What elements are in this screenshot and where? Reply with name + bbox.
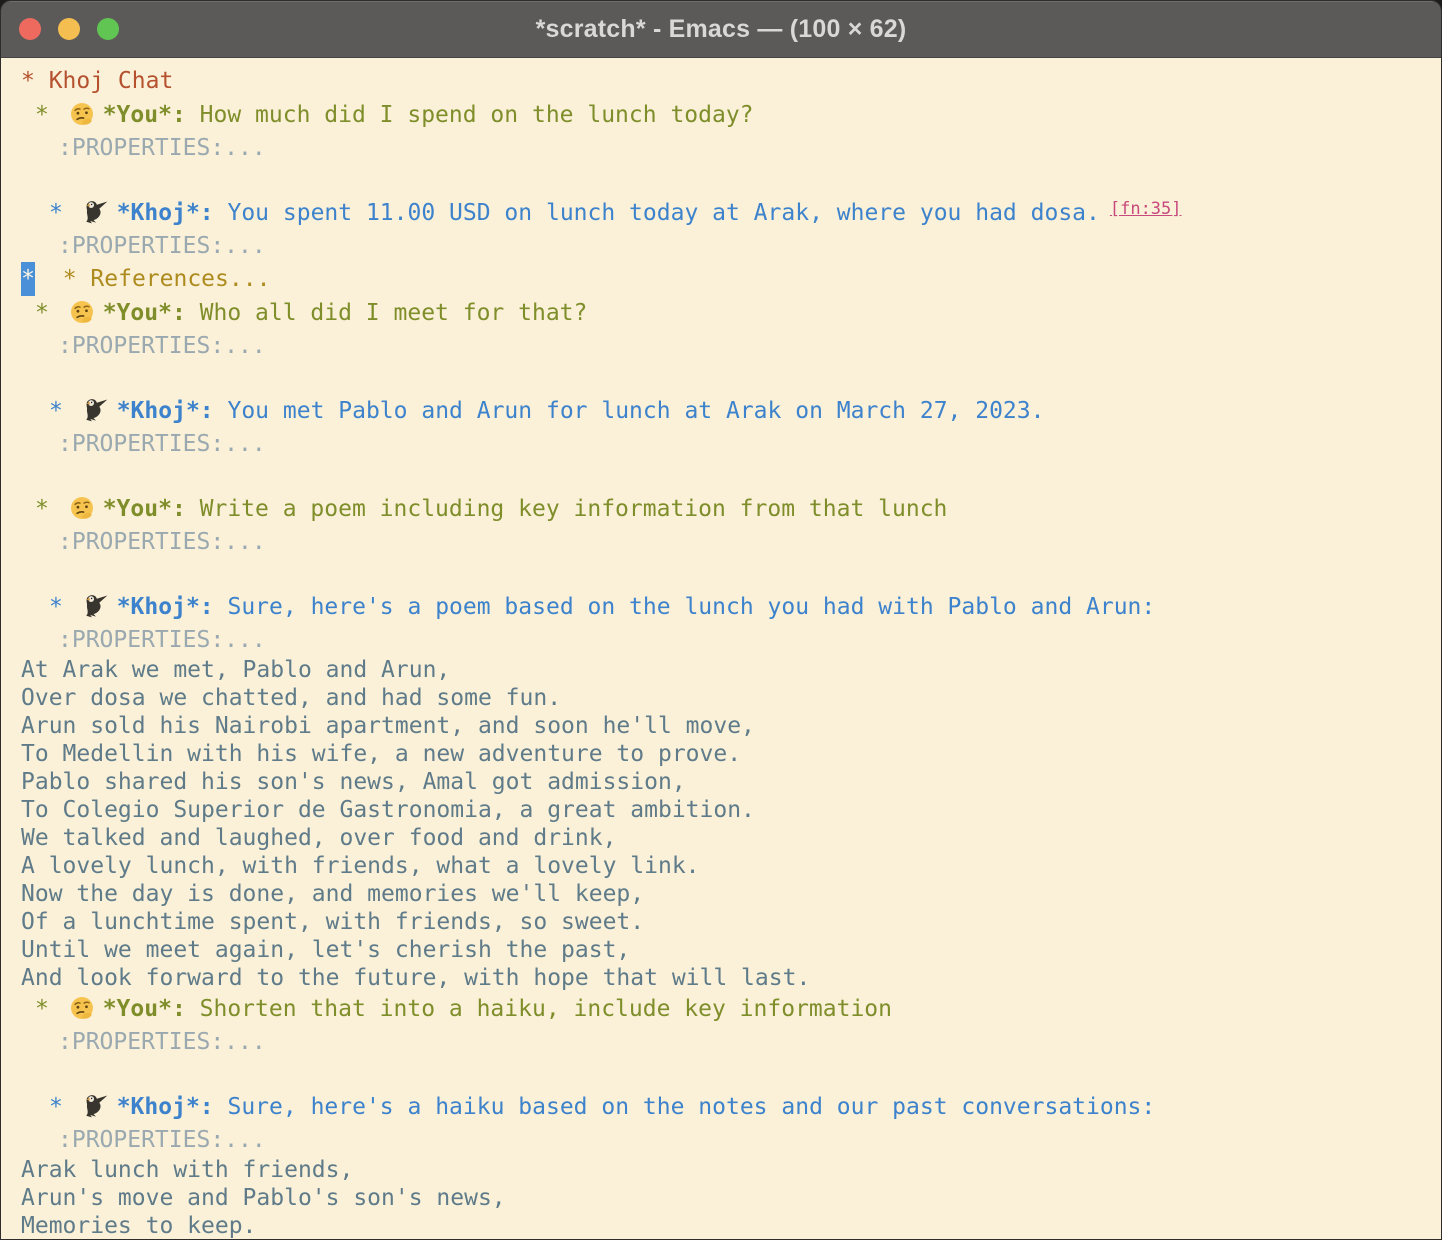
heading-star: *: [35, 996, 63, 1022]
chat-message-you: * *You*: Who all did I meet for that?: [21, 296, 1441, 330]
body-text: And look forward to the future, with hop…: [21, 965, 810, 991]
text-cursor: *: [21, 262, 35, 296]
body-text: Over dosa we chatted, and had some fun.: [21, 685, 561, 711]
blank-line: [21, 460, 1441, 492]
drawer-text[interactable]: :PROPERTIES:...: [58, 627, 266, 653]
buffer-text-line: Arun sold his Nairobi apartment, and soo…: [21, 712, 1441, 740]
heading-text: * Khoj Chat: [21, 68, 173, 94]
cursor-gap: [35, 266, 63, 292]
speaker-label: *Khoj*:: [117, 1094, 214, 1120]
blank-line: [21, 164, 1441, 196]
speaker-label: *Khoj*:: [117, 200, 214, 226]
message-text: Write a poem including key information f…: [186, 496, 948, 522]
buffer-text-line: A lovely lunch, with friends, what a lov…: [21, 852, 1441, 880]
blank-line: [21, 558, 1441, 590]
properties-drawer[interactable]: :PROPERTIES:...: [21, 132, 1441, 164]
drawer-text[interactable]: :PROPERTIES:...: [58, 135, 266, 161]
body-text: Memories to keep.: [21, 1213, 256, 1239]
buffer-text-line: Of a lunchtime spent, with friends, so s…: [21, 908, 1441, 936]
body-text: A lovely lunch, with friends, what a lov…: [21, 853, 700, 879]
properties-drawer[interactable]: :PROPERTIES:...: [21, 624, 1441, 656]
body-text: Pablo shared his son's news, Amal got ad…: [21, 769, 686, 795]
properties-drawer[interactable]: :PROPERTIES:...: [21, 330, 1441, 362]
properties-drawer[interactable]: :PROPERTIES:...: [21, 1124, 1441, 1156]
heading-star: *: [35, 102, 63, 128]
buffer-text-line: Over dosa we chatted, and had some fun.: [21, 684, 1441, 712]
buffer-text-line: Until we meet again, let's cherish the p…: [21, 936, 1441, 964]
message-text: How much did I spend on the lunch today?: [186, 102, 754, 128]
body-text: To Medellin with his wife, a new adventu…: [21, 741, 741, 767]
message-text: You spent 11.00 USD on lunch today at Ar…: [214, 200, 1100, 226]
buffer-text-line: At Arak we met, Pablo and Arun,: [21, 656, 1441, 684]
chat-message-khoj: * *Khoj*: You met Pablo and Arun for lun…: [21, 394, 1441, 428]
body-text: At Arak we met, Pablo and Arun,: [21, 657, 450, 683]
buffer-text-line: Arak lunch with friends,: [21, 1156, 1441, 1184]
heading-star: *: [49, 398, 77, 424]
message-text: Who all did I meet for that?: [186, 300, 588, 326]
properties-drawer[interactable]: :PROPERTIES:...: [21, 1026, 1441, 1058]
properties-drawer[interactable]: :PROPERTIES:...: [21, 230, 1441, 262]
heading-star: *: [49, 594, 77, 620]
speaker-label: *You*:: [103, 300, 186, 326]
speaker-label: *Khoj*:: [117, 398, 214, 424]
buffer-text-line: To Medellin with his wife, a new adventu…: [21, 740, 1441, 768]
heading-star: *: [49, 1094, 77, 1120]
message-text: Shorten that into a haiku, include key i…: [186, 996, 892, 1022]
org-heading-khoj-chat: * Khoj Chat: [21, 64, 1441, 98]
body-text: Arak lunch with friends,: [21, 1157, 353, 1183]
title-bar[interactable]: *scratch* - Emacs — (100 × 62): [1, 1, 1441, 58]
zoom-button[interactable]: [97, 18, 119, 40]
speaker-label: *You*:: [103, 496, 186, 522]
body-text: Until we meet again, let's cherish the p…: [21, 937, 630, 963]
references-text[interactable]: * References...: [63, 266, 271, 292]
drawer-text[interactable]: :PROPERTIES:...: [58, 1127, 266, 1153]
blank-line: [21, 1058, 1441, 1090]
close-button[interactable]: [19, 18, 41, 40]
drawer-text[interactable]: :PROPERTIES:...: [58, 529, 266, 555]
window-title: *scratch* - Emacs — (100 × 62): [536, 15, 907, 44]
body-text: Now the day is done, and memories we'll …: [21, 881, 644, 907]
message-text: You met Pablo and Arun for lunch at Arak…: [214, 398, 1045, 424]
drawer-text[interactable]: :PROPERTIES:...: [58, 431, 266, 457]
body-text: To Colegio Superior de Gastronomia, a gr…: [21, 797, 755, 823]
buffer-text-line: And look forward to the future, with hop…: [21, 964, 1441, 992]
properties-drawer[interactable]: :PROPERTIES:...: [21, 428, 1441, 460]
emacs-window: *scratch* - Emacs — (100 × 62) * Khoj Ch…: [0, 0, 1442, 1240]
blank-line: [21, 362, 1441, 394]
buffer-text-line: Now the day is done, and memories we'll …: [21, 880, 1441, 908]
buffer-text-line: Arun's move and Pablo's son's news,: [21, 1184, 1441, 1212]
drawer-text[interactable]: :PROPERTIES:...: [58, 333, 266, 359]
buffer-text-line: Pablo shared his son's news, Amal got ad…: [21, 768, 1441, 796]
chat-message-khoj: * *Khoj*: You spent 11.00 USD on lunch t…: [21, 196, 1441, 230]
chat-message-khoj: * *Khoj*: Sure, here's a poem based on t…: [21, 590, 1441, 624]
drawer-text[interactable]: :PROPERTIES:...: [58, 233, 266, 259]
chat-message-you: * *You*: How much did I spend on the lun…: [21, 98, 1441, 132]
footnote-link[interactable]: [fn:35]: [1110, 199, 1182, 219]
minimize-button[interactable]: [58, 18, 80, 40]
body-text: Arun's move and Pablo's son's news,: [21, 1185, 506, 1211]
buffer-text-line: To Colegio Superior de Gastronomia, a gr…: [21, 796, 1441, 824]
message-text: Sure, here's a haiku based on the notes …: [214, 1094, 1156, 1120]
chat-message-you: * *You*: Shorten that into a haiku, incl…: [21, 992, 1441, 1026]
message-text: Sure, here's a poem based on the lunch y…: [214, 594, 1156, 620]
body-text: Of a lunchtime spent, with friends, so s…: [21, 909, 644, 935]
body-text: Arun sold his Nairobi apartment, and soo…: [21, 713, 755, 739]
buffer-text-line: We talked and laughed, over food and dri…: [21, 824, 1441, 852]
references-heading[interactable]: * * References...: [21, 262, 1441, 296]
body-text: We talked and laughed, over food and dri…: [21, 825, 616, 851]
speaker-label: *You*:: [103, 996, 186, 1022]
buffer-text-line: Memories to keep.: [21, 1212, 1441, 1240]
chat-message-you: * *You*: Write a poem including key info…: [21, 492, 1441, 526]
drawer-text[interactable]: :PROPERTIES:...: [58, 1029, 266, 1055]
heading-star: *: [35, 300, 63, 326]
heading-star: *: [49, 200, 77, 226]
heading-star: *: [35, 496, 63, 522]
speaker-label: *You*:: [103, 102, 186, 128]
speaker-label: *Khoj*:: [117, 594, 214, 620]
properties-drawer[interactable]: :PROPERTIES:...: [21, 526, 1441, 558]
traffic-lights: [19, 1, 119, 57]
buffer[interactable]: * Khoj Chat * *You*: How much did I spend…: [1, 58, 1441, 1240]
chat-message-khoj: * *Khoj*: Sure, here's a haiku based on …: [21, 1090, 1441, 1124]
